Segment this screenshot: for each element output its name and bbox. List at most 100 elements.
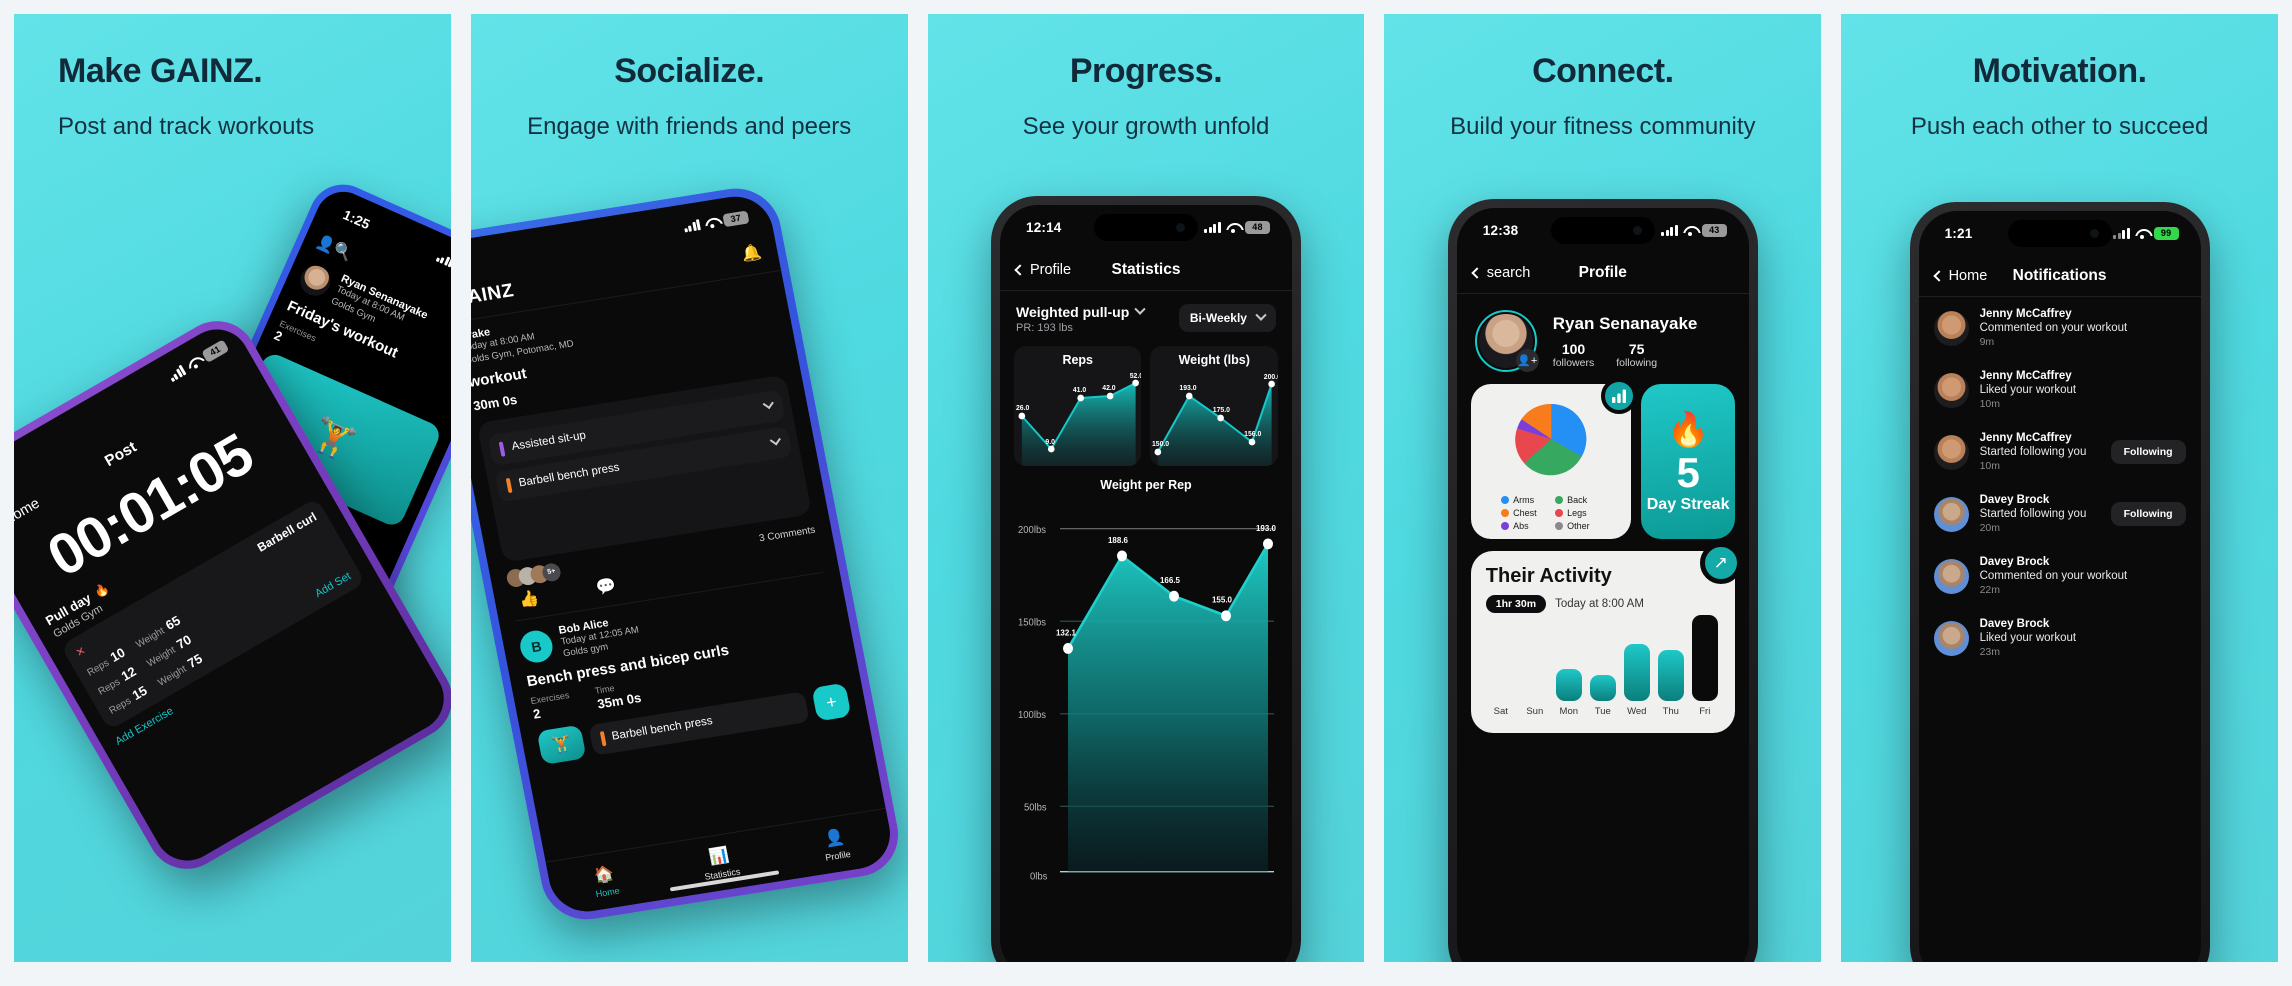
avatar: [1933, 310, 1969, 346]
exercise-color-pill: [599, 730, 607, 747]
notification-row[interactable]: Jenny McCaffrey Liked your workout 10m: [1919, 359, 2201, 421]
their-activity-card[interactable]: ↗ Their Activity 1hr 30m Today at 8:00 A…: [1470, 542, 1742, 733]
status-icons: 99: [2113, 226, 2179, 240]
status-time: 12:14: [1025, 219, 1062, 235]
panel-4-title: Connect.: [1532, 52, 1674, 90]
tab-profile[interactable]: 👤 Profile: [820, 826, 851, 863]
chevron-down-icon[interactable]: [762, 398, 774, 410]
chevron-down-icon[interactable]: [769, 434, 781, 446]
panel-4-header: Connect. Build your fitness community: [1384, 14, 1821, 144]
social-post-1: ayake Today at 8:00 AM Golds Gym, Potoma…: [471, 271, 839, 624]
range-selector[interactable]: Bi-Weekly: [1178, 304, 1276, 332]
notification-text-group: Jenny McCaffrey Started following you 10…: [1980, 432, 2087, 472]
profile-cards-row: Arms Back Chest Legs Abs Other 🔥 5 Day S…: [1457, 378, 1749, 539]
panel-5-subtitle: Push each other to succeed: [1910, 113, 2209, 140]
back-button[interactable]: Profile: [1014, 262, 1071, 278]
activity-subtitle: 1hr 30m Today at 8:00 AM: [1485, 595, 1720, 613]
tab-home[interactable]: 🏠 Home: [590, 863, 621, 899]
notification-row[interactable]: Davey Brock Liked your workout 23m: [1919, 607, 2201, 669]
day-streak-card[interactable]: 🔥 5 Day Streak: [1641, 384, 1735, 539]
notification-time: 23m: [1979, 646, 2001, 658]
wifi-icon: [703, 216, 719, 229]
avatar: [1933, 496, 1969, 532]
following-stat[interactable]: 75 following: [1616, 341, 1657, 369]
notification-text-group: Davey Brock Liked your workout 23m: [1980, 618, 2077, 658]
panel-3-header: Progress. See your growth unfold: [928, 14, 1365, 144]
tab-bar: 🏠 Home 📊 Statistics 👤 Profile: [545, 807, 897, 917]
back-button[interactable]: Home: [1932, 268, 1987, 284]
legend-label: Other: [1567, 521, 1590, 531]
bar-column: Fri: [1691, 615, 1718, 717]
weight-per-rep-chart: 200lbs 150lbs 100lbs 50lbs 0lbs 132.1 18…: [1000, 496, 1292, 888]
following-button[interactable]: Following: [2110, 440, 2186, 464]
following-button[interactable]: Following: [2110, 502, 2186, 526]
profile-stats: 100 followers 75 following: [1553, 341, 1698, 369]
bar-column: Thu: [1657, 650, 1684, 717]
followers-count: 100: [1561, 340, 1586, 357]
legend-item: Legs: [1555, 508, 1601, 518]
streak-label: Day Streak: [1646, 495, 1730, 513]
status-time: 1:21: [1944, 225, 1973, 241]
weight-value: 75: [184, 650, 205, 671]
reps-value: 10: [107, 644, 128, 665]
avatar: [1933, 372, 1969, 408]
notification-text-group: Davey Brock Commented on your workout 22…: [1980, 556, 2128, 596]
notifications-bell-icon[interactable]: 🔔: [739, 242, 763, 265]
exercise-selector[interactable]: Weighted pull-up: [1016, 303, 1146, 320]
exercises-value: 2: [531, 706, 542, 722]
back-label: search: [1486, 264, 1531, 281]
notification-text-group: Jenny McCaffrey Commented on your workou…: [1980, 308, 2128, 348]
followers-stat[interactable]: 100 followers: [1553, 341, 1594, 369]
legend-item: Chest: [1501, 508, 1547, 518]
avatar-initial: B: [517, 628, 556, 666]
cellular-icon: [682, 218, 701, 233]
status-icons: 37: [682, 210, 750, 233]
y-axis-tick: 100lbs: [1018, 710, 1046, 721]
back-button[interactable]: search: [1471, 264, 1531, 281]
expand-arrow-icon[interactable]: ↗: [1699, 542, 1742, 584]
add-friend-icon[interactable]: 👤+: [1515, 349, 1539, 372]
chevron-down-icon: [1134, 303, 1146, 315]
notification-user: Davey Brock: [1979, 556, 2050, 568]
profile-header: 👤+ Ryan Senanayake 100 followers 75 foll…: [1457, 294, 1749, 384]
legend-item: Abs: [1501, 521, 1547, 531]
bar-label: Wed: [1627, 706, 1647, 717]
back-label: Home: [14, 495, 43, 529]
weight-line-chart: 150.0 193.0 175.0 156.0 200.0: [1152, 374, 1278, 466]
cellular-icon: [435, 250, 451, 268]
workout-illustration-icon: 🏋: [536, 724, 587, 766]
panel-3-subtitle: See your growth unfold: [1022, 113, 1270, 140]
notification-row[interactable]: Jenny McCaffrey Started following you 10…: [1919, 421, 2201, 483]
avatar[interactable]: 👤+: [1474, 310, 1539, 372]
notification-time: 10m: [1979, 460, 2001, 472]
muscle-split-card[interactable]: Arms Back Chest Legs Abs Other: [1470, 378, 1638, 539]
notification-time: 20m: [1979, 522, 2001, 534]
panel-5-header: Motivation. Push each other to succeed: [1841, 14, 2278, 144]
notification-row[interactable]: Davey Brock Commented on your workout 22…: [1919, 545, 2201, 607]
status-time: 1:25: [340, 206, 373, 232]
activity-title: Their Activity: [1485, 565, 1612, 587]
notification-action: Started following you: [1979, 508, 2087, 520]
phone-social-feed: 1:25 37 GAINZ 🔔 ayake Today at 8:00 AM G…: [470, 182, 906, 926]
comment-bubble-icon[interactable]: 💬: [594, 575, 618, 598]
remove-icon[interactable]: ✕: [73, 643, 88, 659]
notification-user: Davey Brock: [1979, 618, 2050, 630]
reps-point-label: 42.0: [1102, 385, 1115, 392]
notification-user: Jenny McCaffrey: [1979, 432, 2072, 444]
notification-row[interactable]: Jenny McCaffrey Commented on your workou…: [1919, 297, 2201, 359]
bar-chart-icon: [1611, 389, 1626, 403]
reps-line-chart: 26.0 9.0 41.0 42.0 52.0: [1016, 373, 1141, 466]
personal-record-label: PR: 193 lbs: [1015, 322, 1073, 334]
panel-2-title: Socialize.: [614, 52, 765, 90]
post-meta: Bob Alice Today at 12:05 AM Golds gym: [557, 612, 642, 661]
add-button[interactable]: +: [811, 682, 852, 722]
streak-count: 5: [1676, 448, 1700, 496]
avatar: [1933, 434, 1969, 470]
notification-row[interactable]: Davey Brock Started following you 20m Fo…: [1919, 483, 2201, 545]
like-thumbs-up-icon[interactable]: 👍: [517, 587, 541, 610]
nav-bar: Home Notifications: [1918, 255, 2201, 297]
battery-icon: 99: [2153, 226, 2179, 240]
wifi-icon: [1226, 222, 1240, 233]
notification-action: Commented on your workout: [1979, 570, 2128, 582]
followers-label: followers: [1552, 356, 1595, 369]
